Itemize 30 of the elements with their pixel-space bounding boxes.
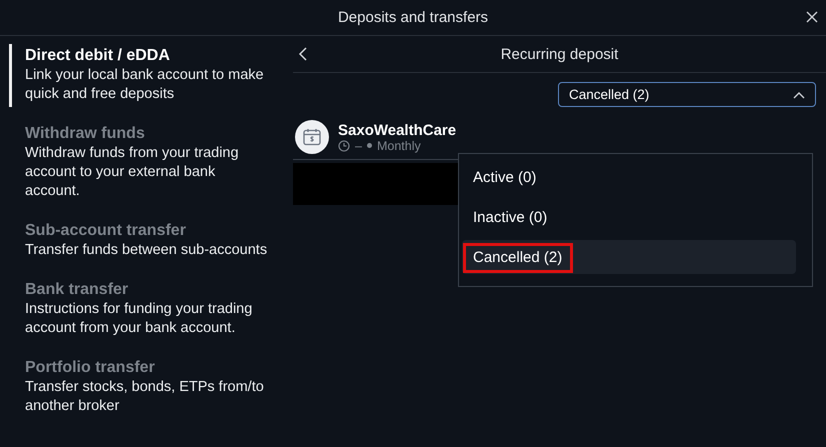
dropdown-option[interactable]: Inactive (0) (462, 200, 796, 234)
plan-name: SaxoWealthCare (338, 122, 456, 138)
sidebar-item-title: Bank transfer (25, 280, 130, 300)
sidebar-item[interactable]: Direct debit / eDDA Link your local bank account to make quick and free deposits (9, 44, 287, 107)
window-title: Deposits and transfers (338, 9, 488, 26)
calendar-icon (295, 120, 329, 154)
panel-title: Recurring deposit (500, 46, 618, 62)
sidebar-item[interactable]: Sub-account transfer Transfer funds between sub-accounts (9, 219, 287, 263)
sidebar-item[interactable]: Withdraw funds Withdraw funds from your trading account to your external bank account. (9, 122, 287, 204)
sidebar-item-description: Link your local bank account to make quick and free deposits (25, 66, 265, 104)
sidebar-item-title: Portfolio transfer (25, 358, 156, 378)
sidebar-item-description: Transfer stocks, bonds, ETPs from/to another broker (25, 378, 265, 416)
close-icon[interactable] (804, 9, 820, 25)
dot-icon (366, 143, 372, 148)
sidebar-item[interactable]: Bank transfer Instructions for funding your trading account from your bank account. (9, 278, 287, 341)
plan-date: – (355, 138, 362, 152)
sidebar-item[interactable]: Portfolio transfer Transfer stocks, bonds, ETPs from/to another broker (9, 356, 287, 419)
sidebar-item-title: Withdraw funds (25, 124, 146, 144)
sidebar-item-description: Transfer funds between sub-accounts (25, 241, 268, 260)
sidebar-item-title: Direct debit / eDDA (25, 46, 171, 66)
caret-icon (793, 90, 805, 98)
clock-icon (338, 140, 350, 152)
dropdown-option[interactable]: Cancelled (2) (462, 240, 796, 274)
sidebar-item-description: Instructions for funding your trading account from your bank account. (25, 300, 254, 338)
status-dropdown[interactable]: Cancelled (2) (558, 82, 816, 107)
plan-frequency: Monthly (376, 138, 421, 152)
sidebar-item-description: Withdraw funds from your trading account to your external bank account. (25, 144, 240, 201)
sidebar-item-title: Sub-account transfer (25, 221, 187, 241)
dropdown-option[interactable]: Active (0) (462, 160, 796, 194)
plan-card[interactable]: SaxoWealthCare – Monthly (293, 120, 465, 160)
